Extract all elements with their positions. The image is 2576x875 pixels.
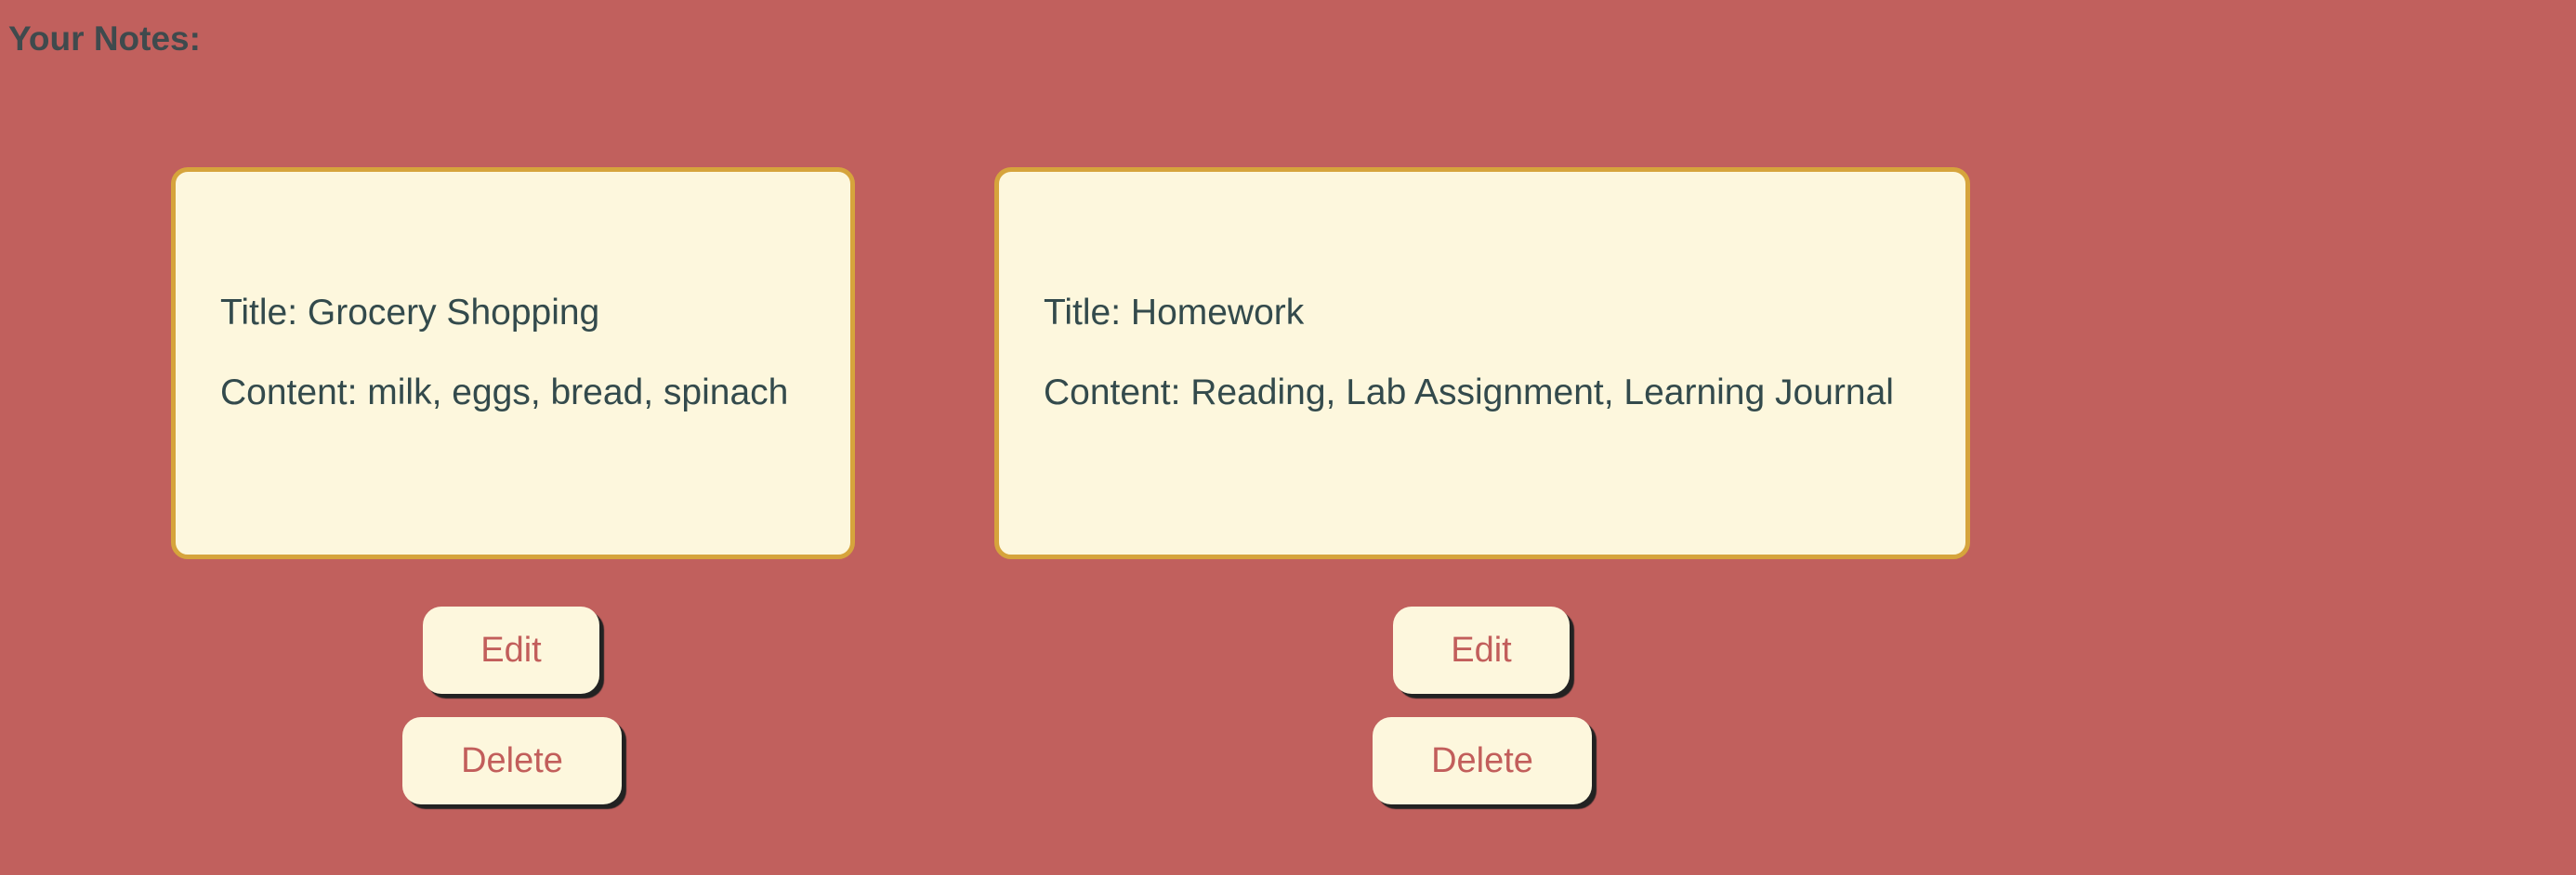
note-item: Title: Homework Content: Reading, Lab As… — [994, 167, 1970, 559]
note-title: Title: Homework — [1044, 293, 1305, 333]
note-card: Title: Grocery Shopping Content: milk, e… — [171, 167, 855, 559]
notes-page: Your Notes: Title: Grocery Shopping Cont… — [0, 0, 2576, 875]
delete-note-button[interactable]: Delete — [402, 717, 622, 804]
note-card: Title: Homework Content: Reading, Lab As… — [994, 167, 1970, 559]
delete-note-button[interactable]: Delete — [1373, 717, 1592, 804]
edit-note-button[interactable]: Edit — [423, 607, 599, 694]
page-heading: Your Notes: — [8, 20, 201, 58]
note-item: Title: Grocery Shopping Content: milk, e… — [171, 167, 855, 559]
edit-note-button[interactable]: Edit — [1393, 607, 1570, 694]
note-content: Content: milk, eggs, bread, spinach — [220, 372, 789, 412]
note-content: Content: Reading, Lab Assignment, Learni… — [1044, 372, 1894, 412]
note-title: Title: Grocery Shopping — [220, 293, 600, 333]
